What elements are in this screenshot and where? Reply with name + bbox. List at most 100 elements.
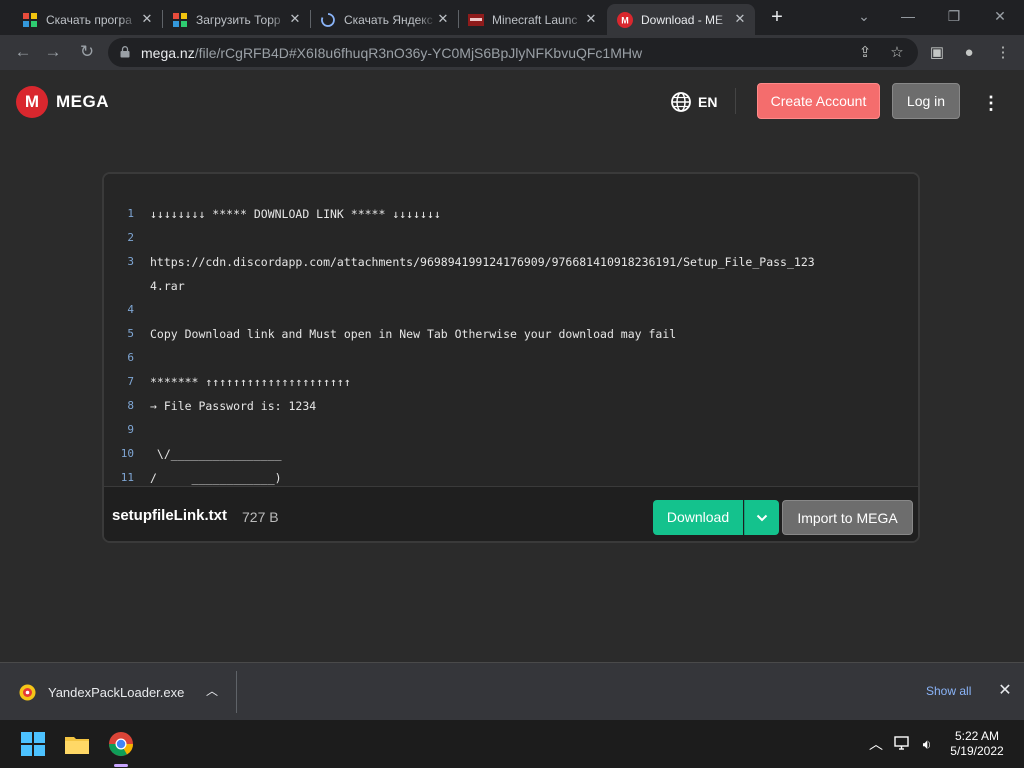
share-icon[interactable]: ⇪ (856, 44, 874, 62)
code-line: 7 ******* ↑↑↑↑↑↑↑↑↑↑↑↑↑↑↑↑↑↑↑↑↑ (104, 370, 918, 394)
download-button[interactable]: Download (653, 500, 743, 535)
download-shelf: YandexPackLoader.exe ︿ Show all ✕ (0, 662, 1024, 720)
close-tab-icon[interactable]: ✕ (436, 12, 450, 26)
line-number: 2 (127, 231, 134, 244)
minecraft-icon (468, 13, 484, 26)
line-text: ******* ↑↑↑↑↑↑↑↑↑↑↑↑↑↑↑↑↑↑↑↑↑ (150, 375, 351, 389)
language-label: EN (698, 94, 718, 110)
back-arrow-icon[interactable]: ← (12, 41, 34, 63)
line-number: 11 (120, 471, 134, 484)
close-tab-icon[interactable]: ✕ (733, 12, 747, 26)
tab-minecraft-launcher[interactable]: Minecraft Launc ✕ (458, 4, 606, 35)
system-clock[interactable]: 5:22 AM 5/19/2022 (944, 729, 1010, 759)
mega-logo[interactable]: M MEGA (16, 86, 109, 118)
line-number: 9 (127, 423, 134, 436)
taskbar: ︿ 🔉︎ 5:22 AM 5/19/2022 (0, 720, 1024, 768)
file-explorer-icon[interactable] (61, 728, 93, 760)
profile-icon[interactable]: ● (960, 44, 978, 62)
close-tab-icon[interactable]: ✕ (140, 12, 154, 26)
code-line: 2 (104, 226, 918, 250)
mega-logo-text: MEGA (56, 92, 109, 111)
line-text: Copy Download link and Must open in New … (150, 327, 677, 341)
address-bar[interactable]: mega.nz/file/rCgRFB4D#X6I8u6fhuqR3nO36y-… (108, 38, 918, 67)
tab-download-yandex[interactable]: Скачать Яндекс ✕ (310, 4, 458, 35)
code-line: 9 (104, 418, 918, 442)
import-to-mega-button[interactable]: Import to MEGA (782, 500, 913, 535)
tab-search-icon[interactable]: ⌄ (854, 6, 874, 26)
code-line: 3 https://cdn.discordapp.com/attachments/… (104, 250, 918, 274)
forward-arrow-icon[interactable]: → (42, 41, 64, 63)
bookmark-star-icon[interactable]: ☆ (888, 44, 906, 62)
url-host: mega.nz (141, 45, 195, 61)
url-path: /file/rCgRFB4D#X6I8u6fhuqR3nO36y-YC0MjS6… (194, 45, 643, 61)
file-name: setupfileLink.txt (112, 507, 228, 524)
lock-icon (120, 46, 130, 58)
show-all-link[interactable]: Show all (926, 684, 971, 698)
line-text: https://cdn.discordapp.com/attachments/9… (150, 255, 815, 269)
line-number: 10 (120, 447, 134, 460)
new-tab-button[interactable]: + (767, 7, 787, 27)
browser-toolbar: ← → ↻ mega.nz/file/rCgRFB4D#X6I8u6fhuqR3… (0, 35, 1024, 70)
close-window-icon[interactable]: ✕ (990, 6, 1010, 26)
tab-title: Скачать Яндекс (344, 12, 433, 27)
create-account-button[interactable]: Create Account (757, 83, 880, 119)
site-header: M MEGA EN Create Account Log in ⋮ (0, 70, 1024, 132)
file-info-bar: setupfileLink.txt 727 B Download Import … (104, 486, 918, 541)
download-item[interactable]: YandexPackLoader.exe ︿ (0, 663, 236, 720)
volume-icon[interactable]: 🔉︎ (917, 734, 937, 754)
globe-icon (671, 92, 691, 112)
line-text: → File Password is: 1234 (150, 399, 317, 413)
language-selector[interactable]: EN (670, 91, 717, 113)
tab-title: Загрузить Торр (196, 12, 281, 27)
code-line: 4 (104, 298, 918, 322)
chevron-down-icon (756, 514, 768, 522)
chevron-up-icon[interactable]: ︿ (204, 683, 220, 699)
line-number: 1 (127, 207, 134, 220)
clock-date: 5/19/2022 (950, 744, 1004, 758)
browser-menu-icon[interactable]: ⋮ (994, 44, 1012, 62)
more-menu-icon[interactable]: ⋮ (982, 92, 1000, 114)
file-preview-card: 1 ↓↓↓↓↓↓↓↓ ***** DOWNLOAD LINK ***** ↓↓↓↓… (102, 172, 920, 543)
line-text: / ____________) (150, 471, 282, 485)
tab-title: Скачать програ (46, 12, 132, 27)
text-preview[interactable]: 1 ↓↓↓↓↓↓↓↓ ***** DOWNLOAD LINK ***** ↓↓↓↓… (104, 174, 918, 486)
yandex-installer-icon (19, 684, 36, 701)
line-number: 8 (127, 399, 134, 412)
chrome-icon[interactable] (105, 728, 137, 760)
login-button[interactable]: Log in (892, 83, 960, 119)
line-number: 6 (127, 351, 134, 364)
tab-mega-download[interactable]: M Download - ME ✕ (607, 4, 755, 35)
tab-title: Download - ME (641, 12, 724, 27)
line-text: \/________________ (150, 447, 282, 461)
svg-text:M: M (621, 15, 629, 25)
tab-upload-torrent[interactable]: Загрузить Торр ✕ (162, 4, 310, 35)
minimize-icon[interactable]: — (898, 6, 918, 26)
colorful-squares-icon (23, 12, 37, 27)
reload-icon[interactable]: ↻ (76, 41, 98, 63)
header-divider (735, 88, 736, 114)
code-line: 6 (104, 346, 918, 370)
tray-overflow-chevron-icon[interactable]: ︿ (866, 734, 886, 754)
loading-spinner-icon (321, 12, 335, 27)
restore-icon[interactable]: ❐ (944, 6, 964, 26)
line-text: ↓↓↓↓↓↓↓↓ ***** DOWNLOAD LINK ***** ↓↓↓↓↓… (150, 207, 441, 221)
shelf-divider (236, 671, 237, 713)
close-tab-icon[interactable]: ✕ (288, 12, 302, 26)
download-options-chevron-icon[interactable] (744, 500, 779, 535)
file-size: 727 B (242, 509, 279, 525)
active-app-indicator (114, 764, 128, 767)
code-line: 5 Copy Download link and Must open in New… (104, 322, 918, 346)
tab-download-programs[interactable]: Скачать програ ✕ (12, 4, 162, 35)
side-panel-icon[interactable]: ▣ (928, 44, 946, 62)
download-filename: YandexPackLoader.exe (48, 685, 185, 700)
network-icon[interactable] (893, 735, 911, 751)
screen: Скачать програ ✕ Загрузить Торр ✕ Скачат… (0, 0, 1024, 768)
close-tab-icon[interactable]: ✕ (584, 12, 598, 26)
url-text: mega.nz/file/rCgRFB4D#X6I8u6fhuqR3nO36y-… (141, 45, 642, 61)
line-number: 3 (127, 255, 134, 268)
mega-logo-mark: M (16, 86, 48, 118)
windows-start-icon[interactable] (17, 728, 49, 760)
code-line: 10 \/________________ (104, 442, 918, 466)
close-shelf-icon[interactable]: ✕ (996, 682, 1014, 700)
code-line: 4.rar (104, 274, 918, 298)
